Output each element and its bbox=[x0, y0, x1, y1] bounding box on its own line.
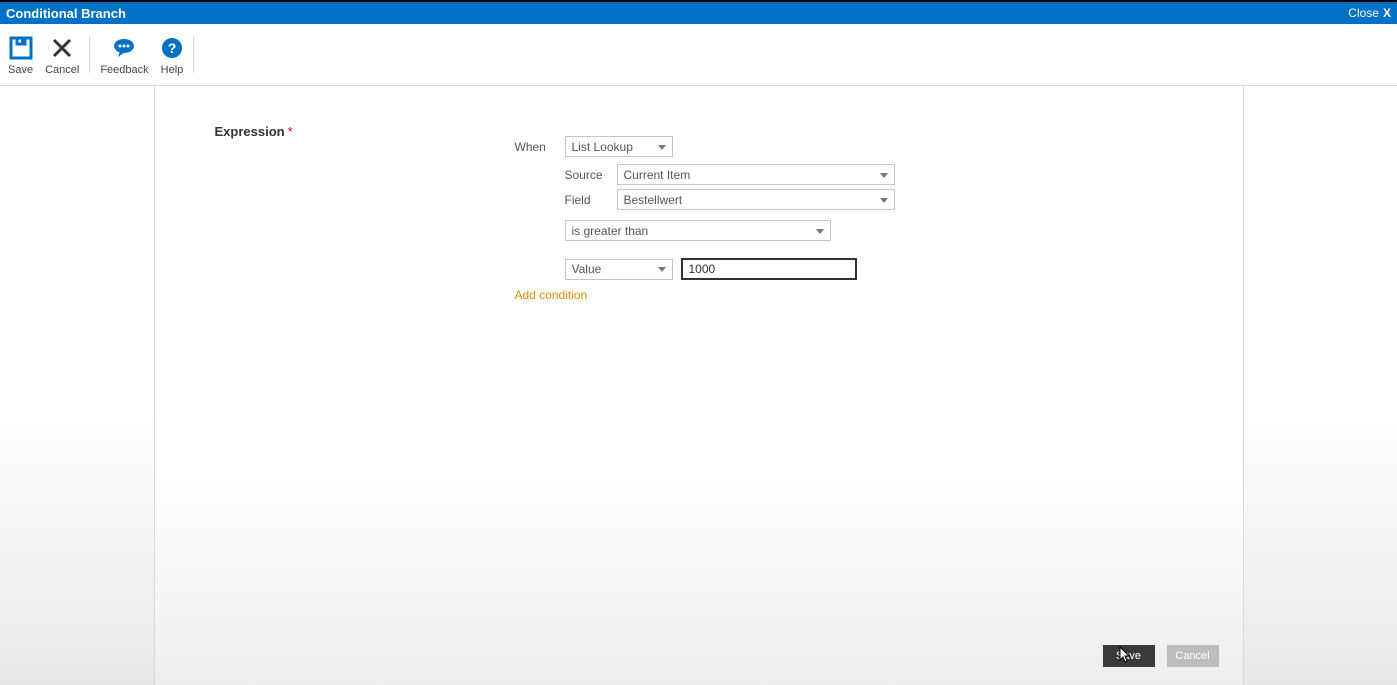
footer-cancel-button[interactable]: Cancel bbox=[1167, 645, 1219, 667]
footer-cancel-label: Cancel bbox=[1175, 650, 1209, 662]
required-asterisk: * bbox=[288, 124, 293, 139]
close-label: Close bbox=[1348, 6, 1379, 20]
expression-label: Expression bbox=[215, 124, 285, 139]
title-bar: Conditional Branch Close X bbox=[0, 2, 1397, 24]
feedback-label: Feedback bbox=[100, 64, 148, 76]
title-text: Conditional Branch bbox=[6, 6, 126, 21]
feedback-icon bbox=[112, 34, 136, 62]
svg-text:?: ? bbox=[168, 40, 177, 56]
close-icon: X bbox=[1383, 6, 1391, 20]
save-button[interactable]: Save bbox=[2, 24, 39, 85]
when-label: When bbox=[515, 140, 557, 154]
form-panel: Expression * When List Lookup Source Cur… bbox=[154, 86, 1244, 685]
help-button[interactable]: ? Help bbox=[155, 24, 190, 85]
source-select[interactable]: Current Item bbox=[617, 164, 895, 185]
ribbon-separator bbox=[193, 36, 194, 73]
feedback-button[interactable]: Feedback bbox=[94, 24, 154, 85]
footer-save-label: Save bbox=[1116, 650, 1141, 662]
ribbon-separator bbox=[89, 36, 90, 73]
help-icon: ? bbox=[161, 34, 183, 62]
save-label: Save bbox=[8, 64, 33, 76]
value-input[interactable] bbox=[681, 258, 857, 280]
content-area: Expression * When List Lookup Source Cur… bbox=[0, 86, 1397, 685]
add-condition-link[interactable]: Add condition bbox=[515, 288, 588, 302]
source-label: Source bbox=[565, 168, 617, 182]
field-select[interactable]: Bestellwert bbox=[617, 189, 895, 210]
cancel-button[interactable]: Cancel bbox=[39, 24, 85, 85]
close-button[interactable]: Close X bbox=[1348, 6, 1391, 20]
footer-save-button[interactable]: Save bbox=[1103, 645, 1155, 667]
help-label: Help bbox=[161, 64, 184, 76]
cancel-label: Cancel bbox=[45, 64, 79, 76]
field-label: Field bbox=[565, 193, 617, 207]
ribbon-toolbar: Save Cancel Feedba bbox=[0, 24, 1397, 86]
when-select[interactable]: List Lookup bbox=[565, 136, 673, 157]
operator-select[interactable]: is greater than bbox=[565, 220, 831, 241]
save-icon bbox=[9, 34, 33, 62]
comparator-select[interactable]: Value bbox=[565, 259, 673, 280]
cancel-icon bbox=[51, 34, 73, 62]
